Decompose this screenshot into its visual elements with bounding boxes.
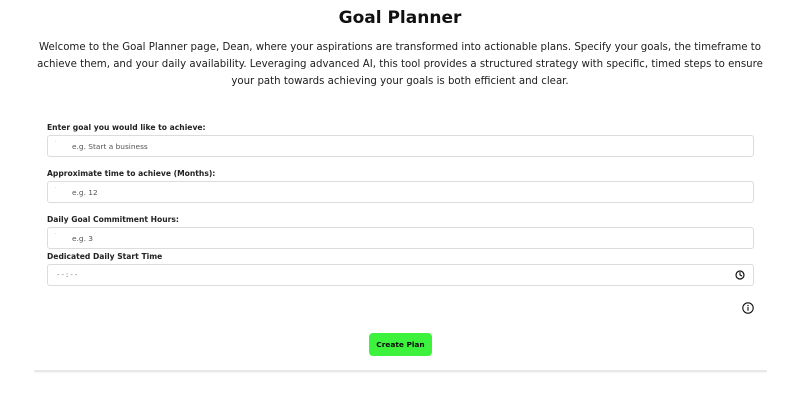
start-time-label: Dedicated Daily Start Time	[47, 252, 163, 261]
hours-label: Daily Goal Commitment Hours:	[47, 215, 179, 224]
time-label: Approximate time to achieve (Months):	[47, 169, 216, 178]
intro-text: Welcome to the Goal Planner page, Dean, …	[37, 42, 763, 87]
hours-field[interactable]: ·	[47, 227, 754, 249]
months-input[interactable]	[64, 182, 734, 202]
clock-icon[interactable]	[735, 270, 745, 280]
field-marker-icon: ·	[55, 231, 57, 237]
goal-label: Enter goal you would like to achieve:	[47, 123, 206, 132]
bottom-divider	[34, 370, 767, 372]
info-icon[interactable]	[742, 302, 754, 314]
goal-field[interactable]: ·	[47, 135, 754, 157]
field-marker-icon: ·	[55, 139, 57, 145]
field-marker-icon: ·	[55, 185, 57, 191]
goal-input[interactable]	[64, 136, 734, 156]
create-plan-button[interactable]: Create Plan	[369, 333, 432, 356]
start-time-field[interactable]: --:--	[47, 264, 754, 286]
time-field[interactable]: ·	[47, 181, 754, 203]
hours-input[interactable]	[64, 228, 734, 248]
start-time-value[interactable]: --:--	[56, 270, 78, 279]
page-title: Goal Planner	[338, 8, 462, 28]
